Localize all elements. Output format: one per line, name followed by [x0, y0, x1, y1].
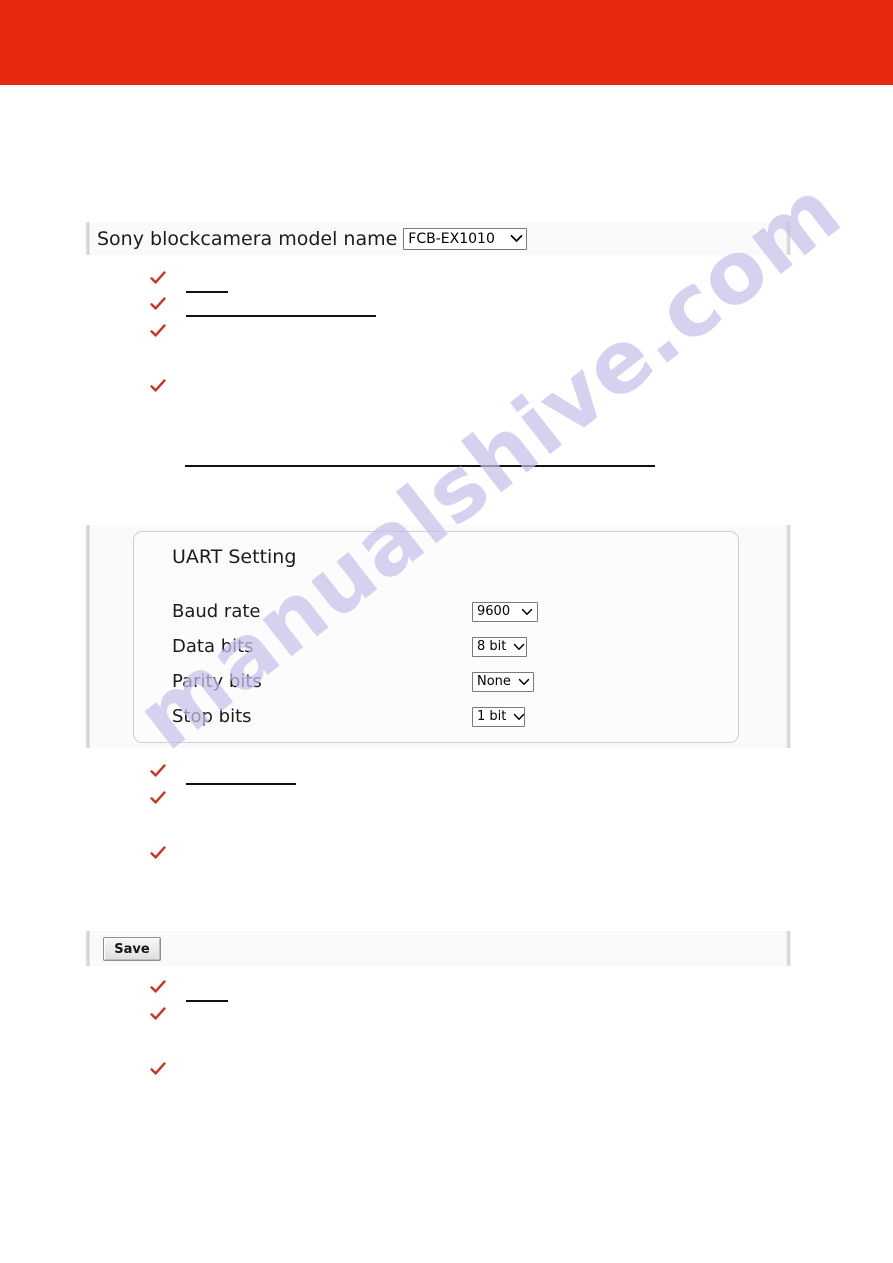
- model-name-content: Sony blockcamera model name FCB-EX1010: [97, 222, 528, 255]
- save-row: Save: [85, 931, 791, 966]
- chevron-down-icon: [510, 234, 523, 243]
- data-bits-select[interactable]: 8 bit: [472, 636, 527, 657]
- row-left-edge: [85, 931, 90, 966]
- checkmark-icon: [150, 790, 166, 806]
- checkmark-icon: [150, 296, 166, 312]
- data-bits-label: Data bits: [172, 636, 254, 657]
- checkmark-icon: [150, 378, 166, 394]
- baud-rate-control: 9600: [472, 601, 538, 622]
- checkmark-icon: [150, 270, 166, 286]
- stop-bits-select[interactable]: 1 bit: [472, 706, 525, 727]
- baud-rate-label: Baud rate: [172, 601, 261, 622]
- uart-field-stop-bits: Stop bits 1 bit: [134, 699, 738, 734]
- stop-bits-control: 1 bit: [472, 706, 525, 727]
- checkmark-icon: [150, 1006, 166, 1022]
- uart-field-baud-rate: Baud rate 9600: [134, 594, 738, 629]
- redaction-rule: [186, 291, 228, 293]
- uart-setting-row: UART Setting Baud rate 9600 Data bits 8 …: [85, 525, 791, 748]
- checkmark-icon: [150, 979, 166, 995]
- data-bits-control: 8 bit: [472, 636, 527, 657]
- model-name-select-value: FCB-EX1010: [408, 230, 495, 247]
- model-name-row: Sony blockcamera model name FCB-EX1010: [85, 222, 791, 255]
- row-left-edge: [85, 525, 90, 748]
- uart-field-list: Baud rate 9600 Data bits 8 bit Parity bi…: [134, 594, 738, 734]
- checkmark-icon: [150, 323, 166, 339]
- top-red-banner: [0, 0, 893, 85]
- model-name-select[interactable]: FCB-EX1010: [403, 227, 528, 250]
- row-right-edge: [785, 931, 791, 966]
- parity-bits-select-value: None: [477, 674, 511, 689]
- parity-bits-control: None: [472, 671, 534, 692]
- redaction-rule: [185, 465, 655, 467]
- redaction-rule: [186, 315, 376, 317]
- row-right-edge: [785, 525, 791, 748]
- baud-rate-select[interactable]: 9600: [472, 601, 538, 622]
- chevron-down-icon: [518, 678, 530, 686]
- data-bits-select-value: 8 bit: [477, 639, 507, 654]
- model-name-label: Sony blockcamera model name: [97, 227, 398, 250]
- checkmark-icon: [150, 1061, 166, 1077]
- chevron-down-icon: [513, 713, 525, 721]
- redaction-rule: [186, 1000, 228, 1002]
- row-inner-surface: [94, 931, 781, 966]
- chevron-down-icon: [513, 643, 525, 651]
- parity-bits-select[interactable]: None: [472, 671, 534, 692]
- uart-field-data-bits: Data bits 8 bit: [134, 629, 738, 664]
- parity-bits-label: Parity bits: [172, 671, 262, 692]
- redaction-rule: [186, 783, 296, 785]
- row-right-edge: [785, 222, 791, 255]
- stop-bits-label: Stop bits: [172, 706, 252, 727]
- checkmark-icon: [150, 763, 166, 779]
- stop-bits-select-value: 1 bit: [477, 709, 507, 724]
- uart-setting-title: UART Setting: [172, 546, 297, 568]
- chevron-down-icon: [521, 608, 533, 616]
- uart-setting-card: UART Setting Baud rate 9600 Data bits 8 …: [133, 531, 739, 743]
- checkmark-icon: [150, 845, 166, 861]
- uart-field-parity-bits: Parity bits None: [134, 664, 738, 699]
- baud-rate-select-value: 9600: [477, 604, 511, 619]
- row-left-edge: [85, 222, 90, 255]
- save-button[interactable]: Save: [103, 937, 161, 961]
